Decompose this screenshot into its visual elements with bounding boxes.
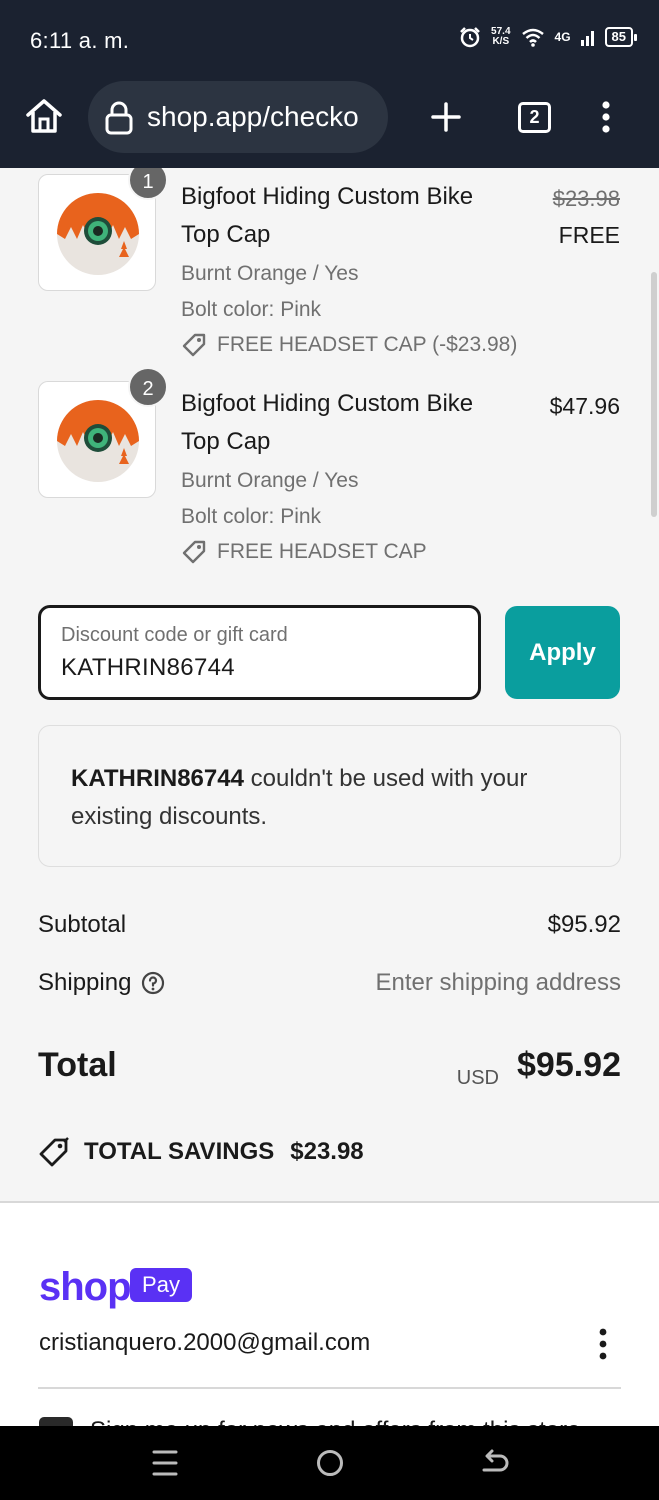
- account-menu-icon[interactable]: [597, 1327, 609, 1361]
- tag-icon: [182, 540, 206, 564]
- original-price: $23.98: [552, 186, 620, 211]
- home-nav-icon[interactable]: [315, 1448, 345, 1478]
- discount-code-field[interactable]: Discount code or gift card KATHRIN86744: [38, 605, 481, 700]
- discount-code-input[interactable]: KATHRIN86744: [61, 654, 235, 682]
- url-text[interactable]: shop.app/checko: [147, 101, 379, 133]
- item-price: FREE: [558, 222, 620, 248]
- discount-error-message: KATHRIN86744 couldn't be used with your …: [38, 725, 621, 867]
- subtotal-label: Subtotal: [38, 911, 127, 938]
- item-discount-label: FREE HEADSET CAP (-$23.98): [217, 333, 518, 356]
- line-item: 1 Bigfoot Hiding Custom Bike Top Cap Bur…: [38, 168, 623, 364]
- apply-button[interactable]: Apply: [505, 606, 620, 699]
- address-bar[interactable]: shop.app/checko: [88, 81, 388, 153]
- panel-divider: [38, 1387, 621, 1389]
- account-email: cristianquero.2000@gmail.com: [39, 1329, 371, 1356]
- subtotal-value: $95.92: [547, 911, 621, 938]
- scrollbar[interactable]: [651, 272, 657, 517]
- savings-label: TOTAL SAVINGS: [84, 1138, 275, 1165]
- error-code: KATHRIN86744: [71, 765, 244, 792]
- product-image: [57, 193, 139, 275]
- savings-value: $23.98: [290, 1138, 364, 1165]
- wifi-icon: [521, 28, 544, 47]
- signal-icon: [580, 31, 594, 46]
- item-discount: FREE HEADSET CAP: [181, 539, 427, 565]
- tag-icon: [182, 333, 206, 357]
- shop-logo: shop: [39, 1265, 132, 1309]
- back-icon[interactable]: [480, 1448, 510, 1478]
- status-icons: 57.4 K/S 4G 85: [459, 26, 638, 48]
- subtotal-row: Subtotal $95.92: [38, 911, 621, 941]
- item-title: Bigfoot Hiding Custom Bike Top Cap: [181, 390, 474, 455]
- browser-chrome: 6:11 a. m. 57.4 K/S 4G 85 shop.app/checko…: [0, 0, 659, 168]
- tab-switcher-button[interactable]: 2: [518, 102, 551, 133]
- shipping-label: Shipping: [38, 969, 132, 996]
- overflow-menu-icon[interactable]: [600, 100, 612, 134]
- battery-indicator: 85: [604, 27, 638, 47]
- item-title: Bigfoot Hiding Custom Bike Top Cap: [181, 183, 474, 248]
- system-navigation-bar: [0, 1426, 659, 1500]
- total-savings: TOTAL SAVINGS $23.98: [38, 1136, 364, 1168]
- item-variant: Burnt Orange / Yes: [181, 262, 359, 285]
- savings-tag-icon: [39, 1137, 69, 1167]
- alarm-icon: [460, 27, 480, 48]
- product-image: [57, 400, 139, 482]
- item-variant: Burnt Orange / Yes: [181, 469, 359, 492]
- checkout-content: 1 Bigfoot Hiding Custom Bike Top Cap Bur…: [0, 168, 659, 1426]
- shop-pay-panel: shop Pay cristianquero.2000@gmail.com Si…: [0, 1203, 659, 1426]
- total-row: Total USD $95.92: [38, 1046, 621, 1091]
- shop-pay-badge: Pay: [130, 1268, 192, 1302]
- status-time: 6:11 a. m.: [30, 28, 130, 53]
- lock-icon: [105, 101, 133, 135]
- shipping-row: Shipping Enter shipping address: [38, 969, 621, 1001]
- recent-apps-icon[interactable]: [152, 1448, 178, 1478]
- newsletter-label[interactable]: Sign me up for news and offers from this…: [90, 1417, 580, 1426]
- error-text: KATHRIN86744 couldn't be used with your …: [71, 760, 591, 836]
- help-icon[interactable]: [141, 971, 165, 995]
- item-price: $47.96: [549, 393, 620, 419]
- net-speed: 57.4 K/S: [491, 26, 511, 47]
- total-label: Total: [38, 1046, 117, 1084]
- item-bolt-color: Bolt color: Pink: [181, 505, 322, 528]
- currency-code: USD: [456, 1067, 499, 1089]
- home-icon[interactable]: [24, 98, 64, 134]
- quantity-badge: 1: [128, 168, 168, 200]
- network-type: 4G: [554, 30, 571, 44]
- new-tab-icon[interactable]: [430, 101, 462, 133]
- shipping-value: Enter shipping address: [375, 969, 621, 996]
- quantity-badge: 2: [128, 367, 168, 407]
- shipping-label-wrap: Shipping: [38, 969, 165, 997]
- item-discount-label: FREE HEADSET CAP: [217, 540, 427, 563]
- total-value: $95.92: [517, 1046, 621, 1084]
- discount-code-label: Discount code or gift card: [61, 624, 288, 646]
- item-discount: FREE HEADSET CAP (-$23.98): [181, 332, 517, 358]
- item-bolt-color: Bolt color: Pink: [181, 298, 322, 321]
- line-item: 2 Bigfoot Hiding Custom Bike Top Cap Bur…: [38, 367, 623, 571]
- newsletter-checkbox[interactable]: [39, 1417, 73, 1426]
